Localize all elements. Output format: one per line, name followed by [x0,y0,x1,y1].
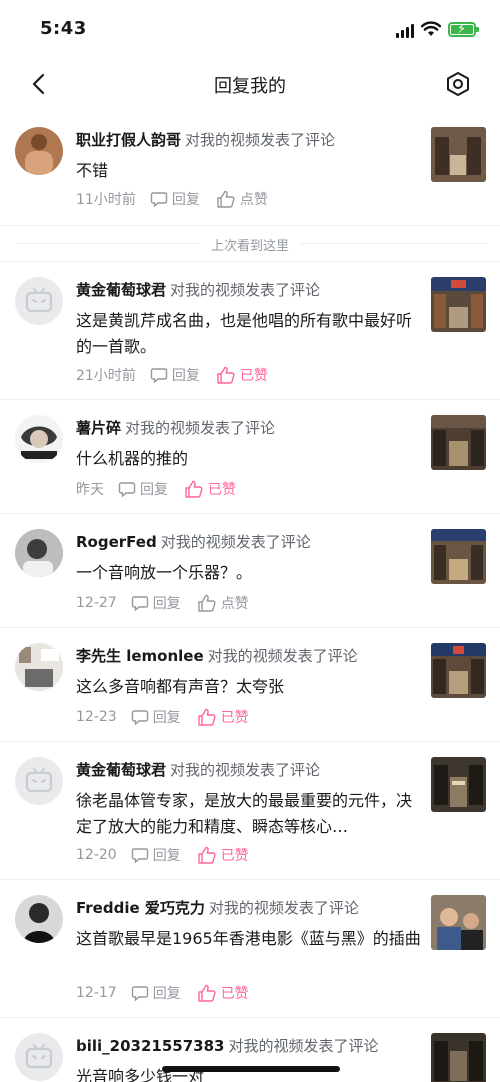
username[interactable]: bili_20321557383 [76,1037,224,1055]
video-thumbnail[interactable] [431,415,486,470]
reply-bubble-icon [131,986,148,1002]
video-thumbnail[interactable] [431,127,486,182]
thumbs-up-icon [217,190,235,208]
username[interactable]: RogerFed [76,533,157,551]
thumbs-up-icon [185,480,203,498]
video-thumbnail[interactable] [431,895,486,950]
list-item[interactable]: 李先生 lemonlee 对我的视频发表了评论 这么多音响都有声音？太夸张 12-… [0,628,500,742]
comment-text[interactable]: 这是黄凯芹成名曲，也是他唱的所有歌中最好听的一首歌。 [76,308,421,360]
settings-hexagon-icon[interactable] [444,70,472,98]
action-text: 对我的视频发表了评论 [125,419,276,437]
video-thumbnail[interactable] [431,529,486,584]
reply-button[interactable]: 回复 [131,845,181,865]
avatar[interactable] [15,415,63,463]
home-indicator[interactable] [162,1066,340,1072]
video-thumbnail[interactable] [431,757,486,812]
cellular-signal-icon [396,24,414,38]
wifi-icon [421,21,441,36]
liked-button[interactable]: 已赞 [197,845,249,865]
status-bar: 5:43 ⚡ [0,0,500,56]
action-text: 对我的视频发表了评论 [185,131,336,149]
reply-button[interactable]: 回复 [150,365,200,385]
video-thumbnail[interactable] [431,1033,486,1082]
navigation-bar: 回复我的 [0,56,500,112]
last-viewed-divider: 上次看到这里 [0,226,500,262]
video-thumbnail[interactable] [431,643,486,698]
avatar[interactable] [15,277,63,325]
avatar[interactable] [15,757,63,805]
action-text: 对我的视频发表了评论 [208,899,359,917]
comment-text[interactable]: 这么多音响都有声音？太夸张 [76,674,421,700]
list-item[interactable]: 黄金葡萄球君 对我的视频发表了评论 这是黄凯芹成名曲，也是他唱的所有歌中最好听的一… [0,262,500,400]
liked-button[interactable]: 已赞 [197,707,249,727]
divider-label: 上次看到这里 [198,235,302,254]
timestamp: 21小时前 [76,368,136,384]
thumbs-up-icon [217,366,235,384]
liked-button[interactable]: 已赞 [184,479,236,499]
battery-icon: ⚡ [448,22,479,37]
timestamp: 12-20 [76,847,117,863]
like-button[interactable]: 点赞 [216,189,268,209]
username[interactable]: 李先生 lemonlee [76,647,204,665]
reply-list: 职业打假人韵哥 对我的视频发表了评论 不错 11小时前 回复 点赞 上次看到这里 … [0,112,500,1082]
action-text: 对我的视频发表了评论 [160,533,311,551]
liked-button[interactable]: 已赞 [216,365,268,385]
timestamp: 12-17 [76,985,117,1001]
reply-bubble-icon [131,848,148,864]
list-item[interactable]: RogerFed 对我的视频发表了评论 一个音响放一个乐器？。 12-27 回复 … [0,514,500,628]
timestamp: 12-23 [76,709,117,725]
list-item[interactable]: 职业打假人韵哥 对我的视频发表了评论 不错 11小时前 回复 点赞 [0,112,500,226]
page-title: 回复我的 [214,76,286,97]
avatar[interactable] [15,127,63,175]
thumbs-up-icon [197,594,216,612]
thumbs-up-icon [197,708,216,726]
timestamp: 12-27 [76,595,117,611]
thumbs-up-icon [197,984,216,1002]
status-time: 5:43 [40,18,87,39]
reply-bubble-icon [150,368,168,384]
reply-bubble-icon [118,482,136,498]
reply-button[interactable]: 回复 [131,707,181,727]
username[interactable]: 职业打假人韵哥 [76,131,181,149]
like-button[interactable]: 点赞 [197,593,249,613]
username[interactable]: 薯片碎 [76,419,121,437]
reply-button[interactable]: 回复 [150,189,200,209]
action-text: 对我的视频发表了评论 [170,761,321,779]
comment-text[interactable]: 一个音响放一个乐器？。 [76,560,421,586]
action-text: 对我的视频发表了评论 [170,281,321,299]
username[interactable]: 黄金葡萄球君 [76,281,166,299]
username[interactable]: 黄金葡萄球君 [76,761,166,779]
video-thumbnail[interactable] [431,277,486,332]
comment-text[interactable]: 什么机器的推的 [76,446,421,472]
avatar[interactable] [15,529,63,577]
liked-button[interactable]: 已赞 [197,983,249,1003]
reply-bubble-icon [131,596,148,612]
list-item[interactable]: Freddie 爱巧克力 对我的视频发表了评论 这首歌最早是1965年香港电影《蓝… [0,880,500,1018]
comment-text[interactable]: 这首歌最早是1965年香港电影《蓝与黑》的插曲 [76,926,421,952]
reply-button[interactable]: 回复 [118,479,168,499]
comment-text[interactable]: 不错 [76,158,421,184]
username[interactable]: Freddie 爱巧克力 [76,899,205,917]
list-item[interactable]: 薯片碎 对我的视频发表了评论 什么机器的推的 昨天 回复 已赞 [0,400,500,514]
avatar[interactable] [15,1033,63,1081]
list-item[interactable]: 黄金葡萄球君 对我的视频发表了评论 徐老晶体管专家，是放大的最最重要的元件，决定了… [0,742,500,880]
timestamp: 11小时前 [76,192,136,208]
reply-button[interactable]: 回复 [131,983,181,1003]
action-text: 对我的视频发表了评论 [207,647,358,665]
thumbs-up-icon [197,846,216,864]
reply-bubble-icon [131,710,148,726]
action-text: 对我的视频发表了评论 [228,1037,379,1055]
comment-text[interactable]: 徐老晶体管专家，是放大的最最重要的元件，决定了放大的能力和精度、瞬态等核心… [76,788,421,840]
avatar[interactable] [15,643,63,691]
avatar[interactable] [15,895,63,943]
reply-button[interactable]: 回复 [131,593,181,613]
timestamp: 昨天 [76,482,104,498]
reply-bubble-icon [150,192,168,208]
